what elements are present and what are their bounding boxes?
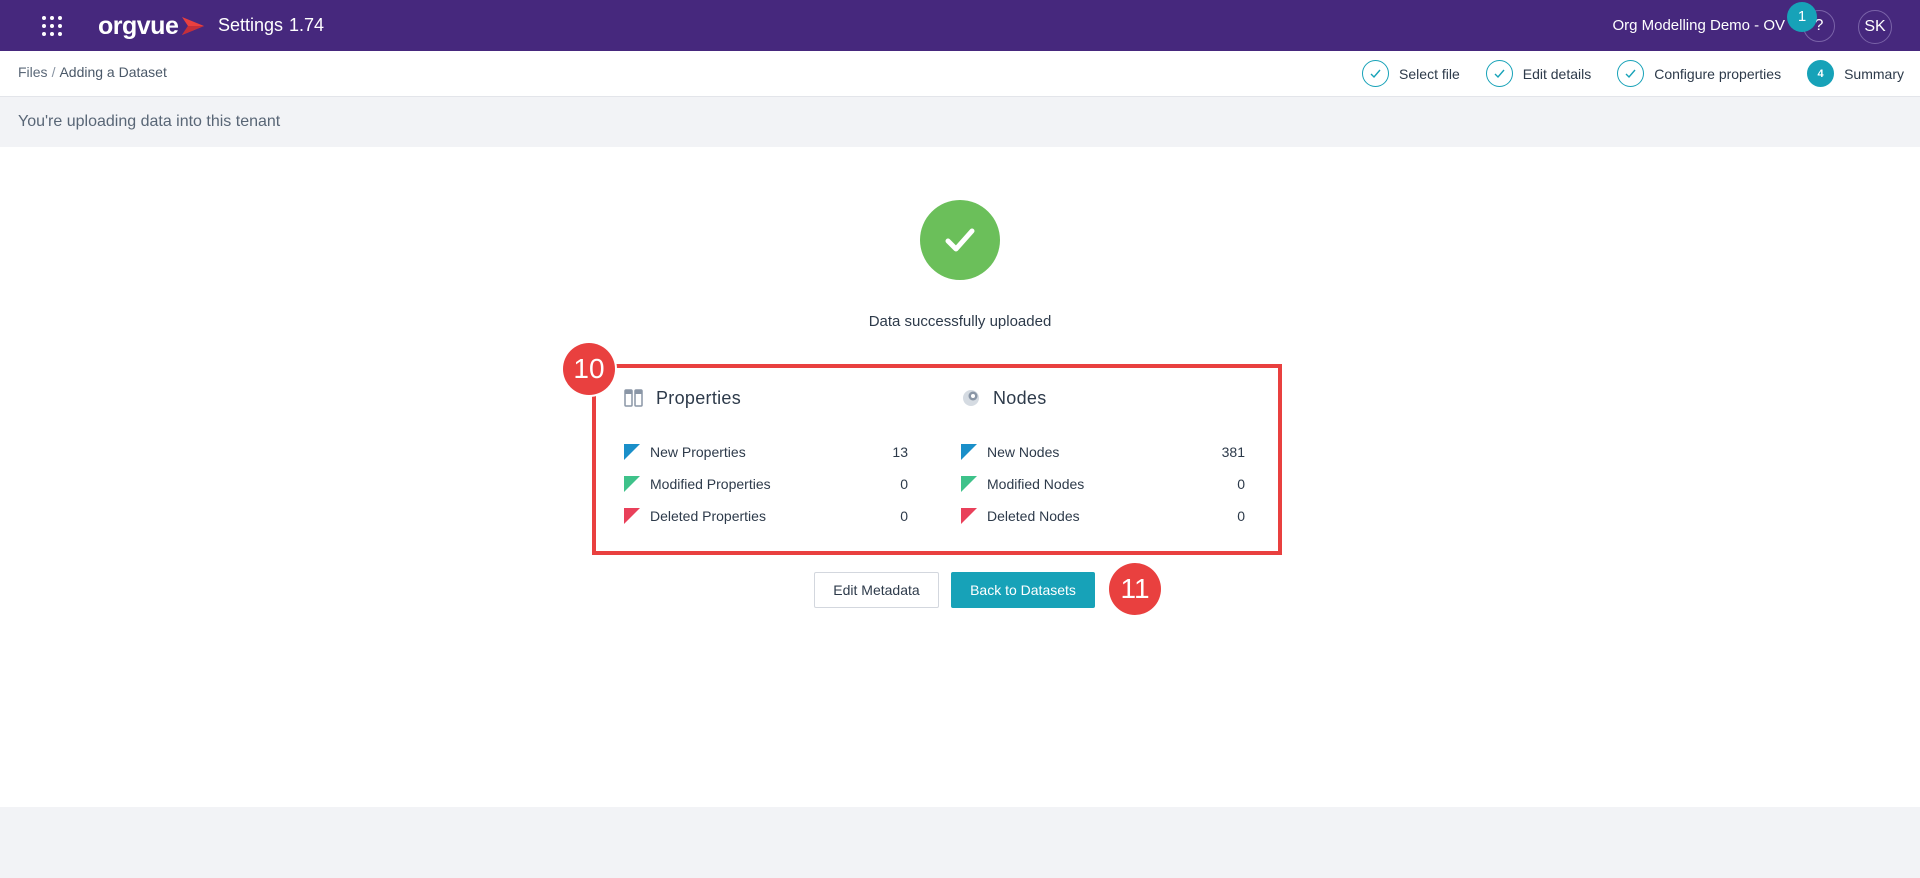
upload-summary: Properties New Properties 13 Modified Pr… — [592, 364, 1282, 555]
summary-row: Modified Nodes 0 — [961, 468, 1245, 500]
app-version: 1.74 — [289, 15, 325, 35]
step-configure-properties[interactable]: Configure properties — [1617, 60, 1781, 87]
step-label: Summary — [1844, 65, 1904, 82]
step-edit-details[interactable]: Edit details — [1485, 60, 1592, 87]
step-label: Edit details — [1522, 65, 1592, 82]
annotation-marker-summary: 10 — [563, 343, 615, 395]
logo-text: orgvue — [98, 11, 179, 40]
tenant-name[interactable]: Org Modelling Demo - OV — [1612, 17, 1785, 34]
properties-summary: Properties New Properties 13 Modified Pr… — [624, 386, 908, 532]
back-to-datasets-button[interactable]: Back to Datasets — [951, 572, 1095, 608]
modified-flag-icon — [961, 476, 977, 492]
info-bar: You're uploading data into this tenant — [0, 98, 1920, 147]
row-label: Modified Nodes — [987, 476, 1085, 492]
nodes-summary: Nodes New Nodes 381 Modified Nodes 0 Del… — [961, 386, 1245, 532]
step-select-file[interactable]: Select file — [1362, 60, 1460, 87]
top-bar: orgvue Settings 1.74 Org Modelling Demo … — [0, 0, 1920, 51]
notification-badge[interactable]: 1 — [1787, 2, 1817, 32]
deleted-flag-icon — [624, 508, 640, 524]
new-flag-icon — [961, 444, 977, 460]
step-check-icon — [1617, 60, 1645, 87]
step-check-icon — [1362, 60, 1390, 87]
step-label: Select file — [1399, 65, 1460, 82]
step-check-icon — [1485, 60, 1513, 87]
edit-metadata-button[interactable]: Edit Metadata — [814, 572, 939, 608]
step-summary[interactable]: 4 Summary — [1807, 60, 1904, 87]
new-flag-icon — [624, 444, 640, 460]
logo-play-icon — [182, 17, 205, 35]
row-value: 0 — [900, 508, 908, 524]
row-value: 0 — [900, 476, 908, 492]
modified-flag-icon — [624, 476, 640, 492]
breadcrumb: Files / Adding a Dataset — [18, 64, 167, 80]
row-label: New Properties — [650, 444, 746, 460]
step-number: 4 — [1807, 60, 1835, 87]
summary-row: Deleted Nodes 0 — [961, 500, 1245, 532]
step-label: Configure properties — [1654, 65, 1782, 82]
info-text: You're uploading data into this tenant — [18, 113, 281, 130]
summary-row: Deleted Properties 0 — [624, 500, 908, 532]
summary-row: New Nodes 381 — [961, 436, 1245, 468]
wizard-steps: Select file Edit details Configure prope… — [1336, 60, 1904, 87]
properties-icon — [624, 389, 643, 407]
row-value: 381 — [1221, 444, 1245, 460]
row-label: Deleted Properties — [650, 508, 766, 524]
main-content: Data successfully uploaded Properties Ne… — [0, 147, 1920, 807]
page-footer — [0, 807, 1920, 878]
properties-title: Properties — [656, 387, 742, 408]
nodes-title: Nodes — [993, 387, 1047, 408]
annotation-marker-back: 11 — [1109, 563, 1161, 615]
app-grid-icon[interactable] — [40, 14, 64, 38]
row-value: 0 — [1237, 508, 1245, 524]
breadcrumb-files[interactable]: Files — [18, 64, 48, 80]
check-circle-icon — [920, 200, 1000, 280]
summary-row: New Properties 13 — [624, 436, 908, 468]
breadcrumb-current: Adding a Dataset — [59, 64, 167, 80]
sub-header: Files / Adding a Dataset Select file Edit … — [0, 51, 1920, 97]
row-value: 0 — [1237, 476, 1245, 492]
user-avatar[interactable]: SK — [1858, 10, 1892, 44]
app-name: Settings — [218, 15, 284, 35]
row-value: 13 — [892, 444, 908, 460]
orgvue-logo[interactable]: orgvue — [98, 12, 206, 40]
success-message: Data successfully uploaded — [868, 313, 1052, 330]
summary-row: Modified Properties 0 — [624, 468, 908, 500]
row-label: Deleted Nodes — [987, 508, 1080, 524]
nodes-icon — [963, 390, 979, 406]
deleted-flag-icon — [961, 508, 977, 524]
row-label: Modified Properties — [650, 476, 771, 492]
breadcrumb-separator: / — [51, 64, 56, 80]
row-label: New Nodes — [987, 444, 1060, 460]
